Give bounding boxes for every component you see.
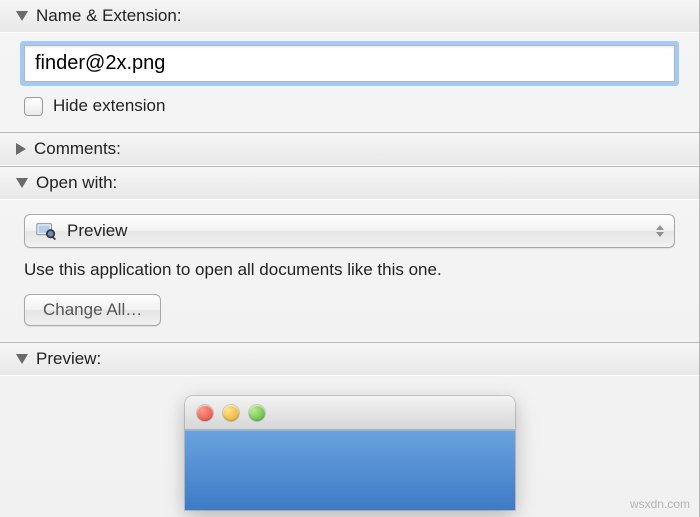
section-body-name-extension: Hide extension bbox=[0, 33, 699, 132]
section-title: Comments: bbox=[34, 139, 121, 159]
dropdown-arrows-icon bbox=[656, 225, 664, 237]
preview-thumbnail-window bbox=[185, 396, 515, 510]
change-all-button[interactable]: Change All… bbox=[24, 294, 161, 326]
traffic-light-close-icon bbox=[197, 405, 213, 421]
change-all-label: Change All… bbox=[43, 300, 142, 320]
watermark: wsxdn.com bbox=[630, 497, 690, 511]
section-title: Open with: bbox=[36, 173, 117, 193]
disclosure-triangle-icon bbox=[16, 11, 28, 21]
traffic-light-minimize-icon bbox=[223, 405, 239, 421]
section-header-comments[interactable]: Comments: bbox=[0, 132, 699, 166]
open-with-hint: Use this application to open all documen… bbox=[24, 260, 675, 280]
traffic-light-zoom-icon bbox=[249, 405, 265, 421]
section-body-open-with: Preview Use this application to open all… bbox=[0, 200, 699, 342]
section-header-open-with[interactable]: Open with: bbox=[0, 166, 699, 200]
section-header-preview[interactable]: Preview: bbox=[0, 342, 699, 376]
preview-thumbnail-titlebar bbox=[185, 396, 515, 430]
filename-input[interactable] bbox=[24, 45, 675, 82]
preview-area bbox=[0, 376, 699, 510]
disclosure-triangle-icon bbox=[16, 143, 26, 155]
hide-extension-row[interactable]: Hide extension bbox=[24, 96, 675, 116]
preview-app-icon bbox=[35, 220, 57, 242]
preview-thumbnail-body bbox=[185, 430, 515, 510]
disclosure-triangle-icon bbox=[16, 354, 28, 364]
hide-extension-checkbox[interactable] bbox=[24, 97, 43, 116]
section-title: Name & Extension: bbox=[36, 6, 182, 26]
section-title: Preview: bbox=[36, 349, 101, 369]
hide-extension-label: Hide extension bbox=[53, 96, 165, 116]
open-with-dropdown[interactable]: Preview bbox=[24, 214, 675, 248]
disclosure-triangle-icon bbox=[16, 178, 28, 188]
section-header-name-extension[interactable]: Name & Extension: bbox=[0, 0, 699, 33]
open-with-app-name: Preview bbox=[67, 221, 127, 241]
